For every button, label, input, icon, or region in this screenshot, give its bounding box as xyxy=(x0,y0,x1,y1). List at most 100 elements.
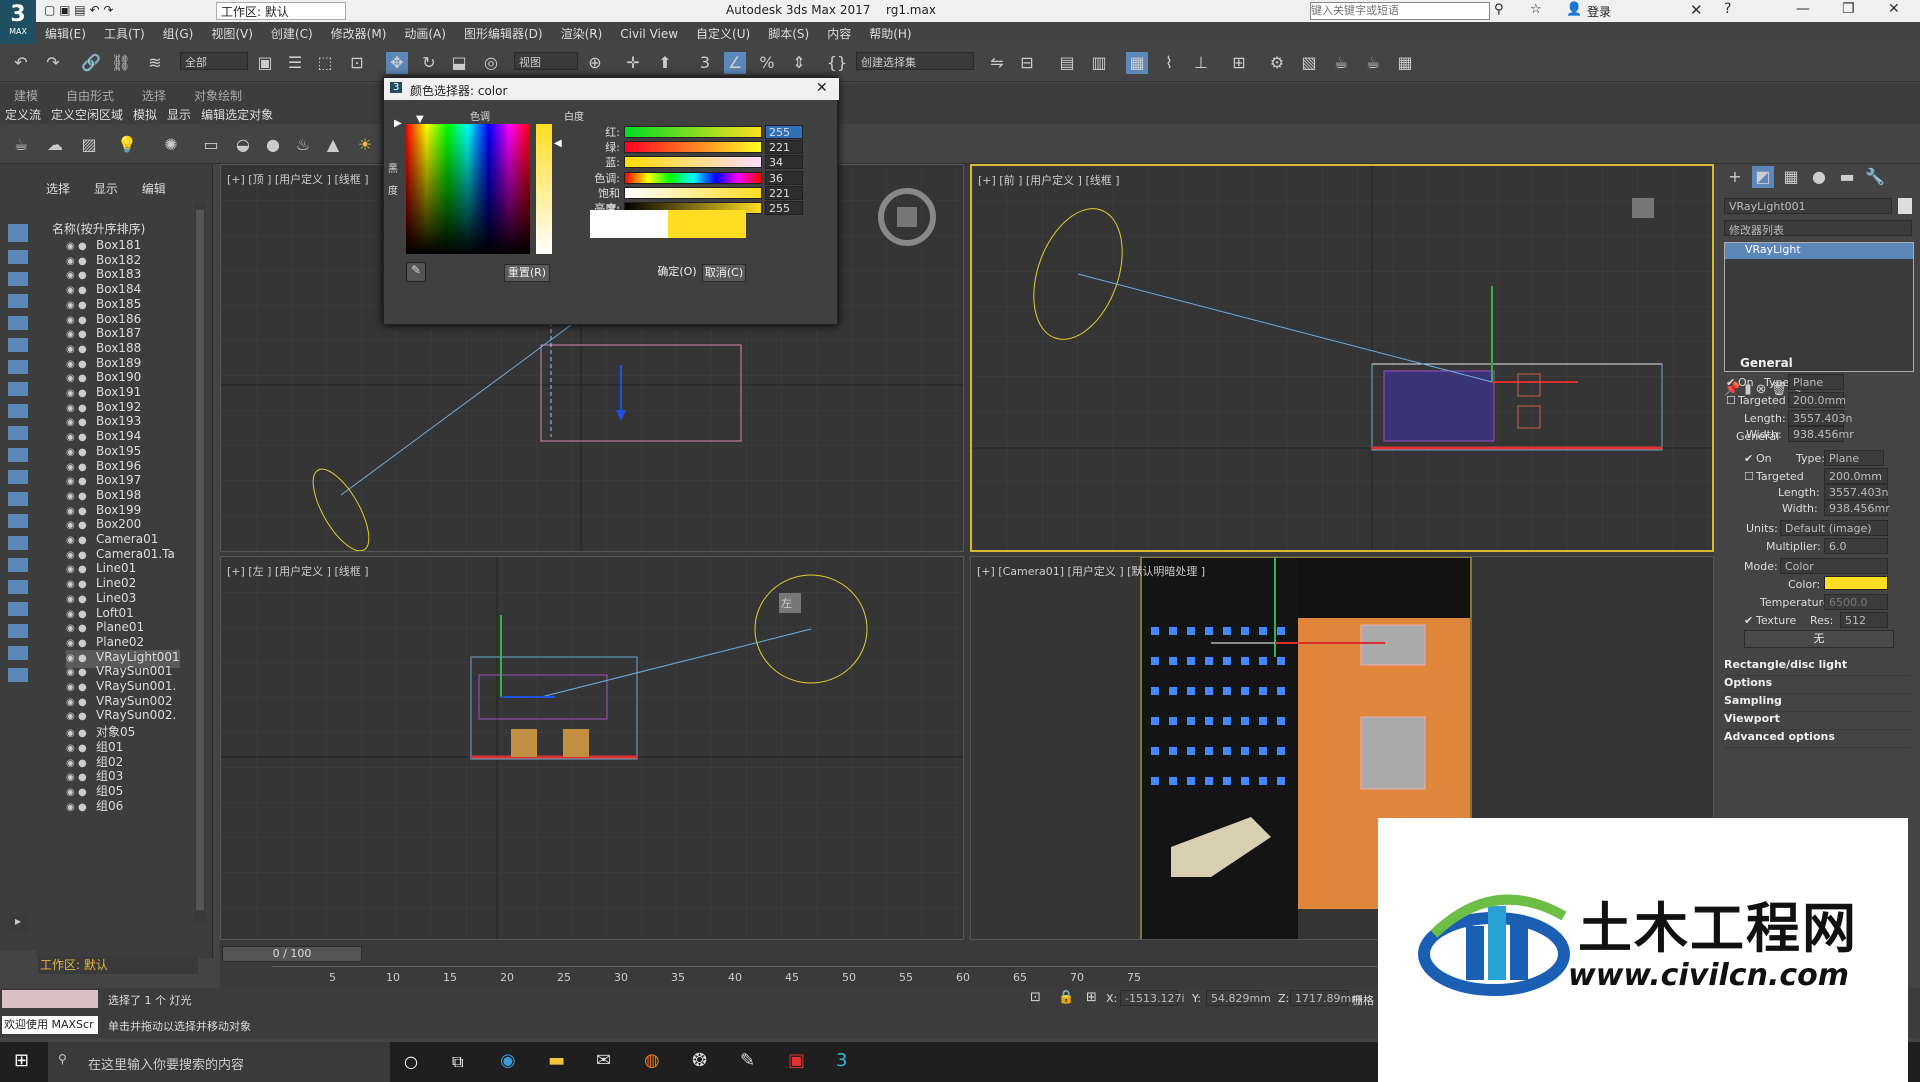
eye-icon[interactable]: ◉ xyxy=(66,315,78,326)
ribbon-tab-2[interactable]: 选择 xyxy=(128,84,180,104)
eye-icon[interactable]: ◉ xyxy=(66,802,78,813)
eye-icon[interactable]: ◉ xyxy=(66,388,78,399)
scene-list-header[interactable]: 名称(按升序排序) xyxy=(52,220,202,237)
param-color-swatch[interactable] xyxy=(1824,576,1888,590)
ok-button[interactable]: 确定(O) xyxy=(656,264,698,282)
unlink-icon[interactable]: ⛓ xyxy=(110,52,132,74)
rollout-header[interactable]: Sampling xyxy=(1724,694,1910,712)
task-view-icon[interactable]: ⧉ xyxy=(452,1052,463,1072)
window-crossing-icon[interactable]: ⊡ xyxy=(346,52,368,74)
scene-tab-display[interactable]: 显示 xyxy=(84,172,128,197)
filter-icons[interactable] xyxy=(8,246,28,686)
eye-icon[interactable]: ◉ xyxy=(66,682,78,693)
lock-icon[interactable]: 🔒 xyxy=(1058,990,1074,1005)
viewport-camera-label[interactable]: [+] [Camera01] [用户定义 ] [默认明暗处理 ] xyxy=(977,563,1205,579)
window-close-icon[interactable]: ✕ xyxy=(1888,1,1900,17)
workspace-dropdown[interactable]: 工作区: 默认 xyxy=(216,2,346,20)
ribbon-subtab-0[interactable]: 定义流 xyxy=(0,104,46,125)
ribbon-tab-1[interactable]: 自由形式 xyxy=(52,84,128,104)
param-length-value[interactable]: 3557.403n xyxy=(1824,484,1888,500)
eye-icon[interactable]: ◉ xyxy=(66,667,78,678)
angle-snap-icon[interactable]: ∠ xyxy=(724,52,746,74)
eye-icon[interactable]: ◉ xyxy=(66,432,78,443)
layer-explorer-icon[interactable]: ▤ xyxy=(1056,52,1078,74)
menu-item-11[interactable]: 脚本(S) xyxy=(759,22,818,44)
eye-icon[interactable]: ◉ xyxy=(66,491,78,502)
param-none-button[interactable]: 无 xyxy=(1744,630,1894,648)
rollout-header[interactable]: Advanced options xyxy=(1724,730,1910,748)
spinner-snap-icon[interactable]: ⇕ xyxy=(788,52,810,74)
eye-icon[interactable]: ◉ xyxy=(66,564,78,575)
mirror-icon[interactable]: ⇋ xyxy=(986,52,1008,74)
move-icon[interactable]: ✥ xyxy=(386,52,408,74)
sphere-icon[interactable]: ● xyxy=(262,134,284,156)
windows-start-icon[interactable]: ⊞ xyxy=(14,1050,29,1071)
link-icon[interactable]: 🔗 xyxy=(80,52,102,74)
taskbar-search[interactable]: ⚲ 在这里输入你要搜索的内容 xyxy=(48,1042,390,1082)
menu-item-1[interactable]: 工具(T) xyxy=(95,22,154,44)
max-taskbar-icon[interactable]: 3 xyxy=(836,1050,847,1071)
ribbon-tab-0[interactable]: 建模 xyxy=(0,84,52,104)
render-grid-icon[interactable]: ▦ xyxy=(1394,52,1416,74)
named-selection-dropdown[interactable]: 创建选择集 xyxy=(856,52,974,70)
hierarchy-tab-icon[interactable]: ▦ xyxy=(1780,166,1802,188)
login-link[interactable]: 登录 xyxy=(1587,3,1611,20)
edit-named-sel-icon[interactable]: {} xyxy=(826,52,848,74)
utilities-tab-icon[interactable]: 🔧 xyxy=(1864,166,1886,188)
pot-icon[interactable]: ♨ xyxy=(292,134,314,156)
color-row-slider[interactable] xyxy=(624,156,762,169)
curve-editor-icon[interactable]: ⌇ xyxy=(1158,52,1180,74)
eye-icon[interactable]: ◉ xyxy=(66,373,78,384)
menu-item-6[interactable]: 动画(A) xyxy=(395,22,455,44)
eye-icon[interactable]: ◉ xyxy=(66,623,78,634)
render-icon[interactable]: ☕ xyxy=(1330,52,1352,74)
eye-icon[interactable]: ◉ xyxy=(66,594,78,605)
cloud-icon[interactable]: ☁ xyxy=(44,134,66,156)
param-targeted-check[interactable]: ☐ xyxy=(1744,470,1754,483)
param-on-check[interactable]: ✔ xyxy=(1744,452,1753,465)
star-icon[interactable]: ☆ xyxy=(1530,2,1542,17)
viewport-left[interactable]: [+] [左 ] [用户定义 ] [线框 ] 左 xyxy=(220,556,964,940)
expand-icon[interactable]: ▸ xyxy=(8,914,28,932)
general-heading[interactable]: General xyxy=(1736,430,1779,443)
menu-item-9[interactable]: Civil View xyxy=(611,24,687,46)
eye-icon[interactable]: ◉ xyxy=(66,653,78,664)
maxscript-mini-listener[interactable]: 欢迎使用 MAXScr xyxy=(2,1016,98,1034)
redo-icon[interactable]: ↷ xyxy=(42,52,64,74)
eye-icon[interactable]: ◉ xyxy=(66,403,78,414)
z-coord-field[interactable]: 1717.89mm xyxy=(1290,990,1362,1006)
display-filter-icon[interactable] xyxy=(8,224,28,242)
reset-button[interactable]: 重置(R) xyxy=(504,264,550,282)
firefox-icon[interactable]: ◍ xyxy=(644,1050,660,1071)
help-search-input[interactable] xyxy=(1310,2,1490,20)
snap-3d-icon[interactable]: 3 xyxy=(694,52,716,74)
menu-item-4[interactable]: 创建(C) xyxy=(262,22,322,44)
rendered-frame-icon[interactable]: ▧ xyxy=(1298,52,1320,74)
scene-tab-select[interactable]: 选择 xyxy=(36,172,80,197)
maximize-icon[interactable]: ❐ xyxy=(1842,1,1855,17)
eye-icon[interactable]: ◉ xyxy=(66,256,78,267)
object-color-swatch[interactable] xyxy=(1898,198,1912,214)
eye-icon[interactable]: ◉ xyxy=(66,447,78,458)
scene-list-item[interactable]: ◉ ● 组06 xyxy=(66,797,123,815)
sphere-light-icon[interactable]: ✺ xyxy=(160,134,182,156)
eye-icon[interactable]: ◉ xyxy=(66,344,78,355)
ribbon-tab-3[interactable]: 对象绘制 xyxy=(180,84,256,104)
color-row-slider[interactable] xyxy=(624,186,762,199)
viewport-front[interactable]: [+] [前 ] [用户定义 ] [线框 ] xyxy=(970,164,1714,552)
color-dialog-titlebar[interactable]: 3 颜色选择器: color ✕ xyxy=(384,78,839,100)
eye-icon[interactable]: ◉ xyxy=(66,711,78,722)
file-explorer-icon[interactable]: ▬ xyxy=(548,1050,565,1071)
eye-icon[interactable]: ◉ xyxy=(66,329,78,340)
app-icon[interactable]: ❂ xyxy=(692,1050,707,1071)
eye-icon[interactable]: ◉ xyxy=(66,579,78,590)
selection-filter-dropdown[interactable]: 全部 xyxy=(180,52,248,70)
eye-icon[interactable]: ◉ xyxy=(66,270,78,281)
render-iterative-icon[interactable]: ☕ xyxy=(1362,52,1384,74)
color-row-value[interactable]: 34 xyxy=(765,155,803,170)
viewport-top-label[interactable]: [+] [顶 ] [用户定义 ] [线框 ] xyxy=(227,171,369,187)
modifier-list-dropdown[interactable]: 修改器列表 xyxy=(1724,220,1912,237)
edge-icon[interactable]: ◉ xyxy=(500,1050,516,1071)
menu-item-5[interactable]: 修改器(M) xyxy=(322,22,396,44)
color-row-slider[interactable] xyxy=(624,126,762,138)
